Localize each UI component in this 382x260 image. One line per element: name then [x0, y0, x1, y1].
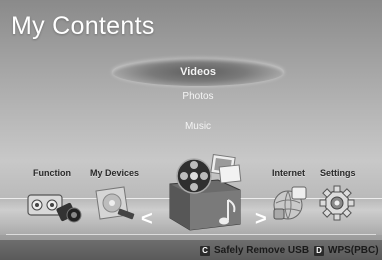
- category-label-settings: Settings: [320, 168, 356, 178]
- nav-right-arrow[interactable]: >: [255, 208, 267, 231]
- home-screen: My Contents Videos Photos Music Function…: [0, 0, 382, 260]
- hint-label: WPS(PBC): [328, 245, 379, 256]
- my-contents-icon: [169, 153, 242, 231]
- hint-safely-remove-usb[interactable]: C Safely Remove USB: [200, 244, 309, 257]
- menu-item-music[interactable]: Music: [112, 121, 284, 132]
- menu-item-videos[interactable]: Videos: [112, 58, 284, 86]
- category-label-my-devices: My Devices: [90, 168, 140, 178]
- category-internet[interactable]: [270, 183, 310, 228]
- hint-wps-pbc[interactable]: D WPS(PBC): [314, 244, 379, 257]
- page-title: My Contents: [11, 12, 155, 40]
- d-key-icon: D: [314, 245, 324, 256]
- settings-gear-icon: [319, 185, 355, 221]
- nav-left-arrow[interactable]: <: [141, 208, 153, 231]
- menu-item-photos[interactable]: Photos: [112, 91, 284, 102]
- category-label-internet: Internet: [272, 168, 306, 178]
- function-icon: [27, 194, 82, 223]
- internet-icon: [273, 186, 307, 220]
- category-label-function: Function: [33, 168, 71, 178]
- hint-label: Safely Remove USB: [214, 245, 310, 256]
- category-settings[interactable]: [318, 183, 356, 228]
- c-key-icon: C: [200, 245, 210, 256]
- category-my-devices[interactable]: [92, 185, 136, 230]
- category-function[interactable]: [26, 183, 82, 232]
- category-my-contents[interactable]: [160, 150, 250, 237]
- usb-device-icon: [95, 186, 135, 220]
